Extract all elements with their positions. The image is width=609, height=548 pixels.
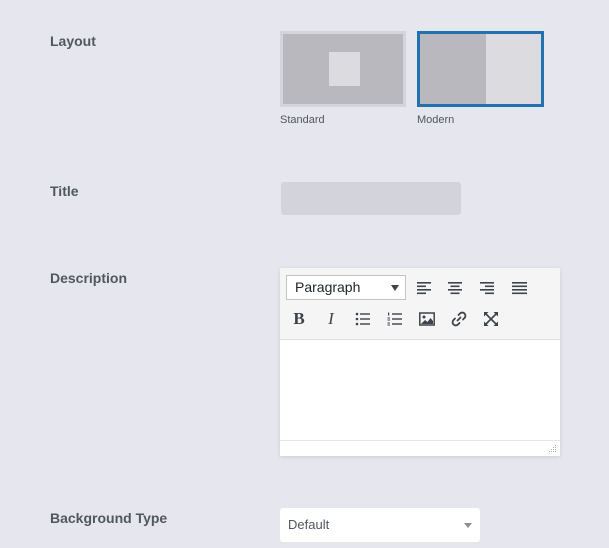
layout-option-standard[interactable]: Standard — [280, 31, 406, 126]
align-right-icon — [480, 282, 494, 295]
layout-modern-caption: Modern — [417, 114, 455, 126]
align-left-button[interactable] — [411, 275, 437, 301]
chevron-down-icon — [464, 523, 472, 528]
background-type-value: Default — [288, 517, 330, 532]
title-label: Title — [50, 183, 79, 199]
align-right-button[interactable] — [474, 275, 500, 301]
fullscreen-button[interactable] — [478, 306, 504, 332]
align-center-icon — [448, 282, 462, 295]
align-justify-button[interactable] — [506, 275, 532, 301]
layout-modern-side-panel — [486, 34, 541, 104]
layout-standard-thumbnail — [280, 31, 406, 107]
bullet-list-icon — [355, 312, 370, 326]
fullscreen-icon — [484, 312, 498, 326]
description-label: Description — [50, 270, 128, 286]
bold-button[interactable]: B — [286, 306, 312, 332]
layout-label: Layout — [50, 33, 96, 49]
numbered-list-button[interactable] — [382, 306, 408, 332]
layout-standard-content-block — [329, 52, 360, 86]
resize-handle-icon[interactable] — [548, 444, 557, 453]
bullet-list-button[interactable] — [350, 306, 376, 332]
italic-button[interactable]: I — [318, 306, 344, 332]
title-input[interactable] — [281, 182, 461, 215]
italic-icon: I — [328, 309, 334, 328]
insert-link-button[interactable] — [446, 306, 472, 332]
bold-icon: B — [293, 309, 305, 328]
paragraph-format-value: Paragraph — [295, 279, 361, 295]
chevron-down-icon — [391, 285, 399, 291]
align-center-button[interactable] — [442, 275, 468, 301]
align-left-icon — [417, 282, 431, 295]
numbered-list-icon — [387, 312, 402, 326]
image-icon — [419, 312, 435, 326]
layout-option-modern[interactable]: Modern — [417, 31, 544, 126]
layout-modern-thumbnail — [417, 31, 544, 107]
background-type-select[interactable]: Default — [280, 508, 480, 542]
paragraph-format-select[interactable]: Paragraph — [286, 275, 406, 300]
insert-image-button[interactable] — [414, 306, 440, 332]
editor-content-area[interactable] — [280, 340, 560, 441]
layout-standard-caption: Standard — [280, 114, 325, 126]
background-type-label: Background Type — [50, 510, 168, 526]
description-editor: Paragraph B I — [280, 268, 560, 456]
settings-form: Layout Standard Modern Title Description… — [0, 0, 609, 548]
editor-toolbar: Paragraph B I — [280, 268, 560, 340]
align-justify-icon — [512, 282, 527, 295]
link-icon — [451, 311, 467, 327]
